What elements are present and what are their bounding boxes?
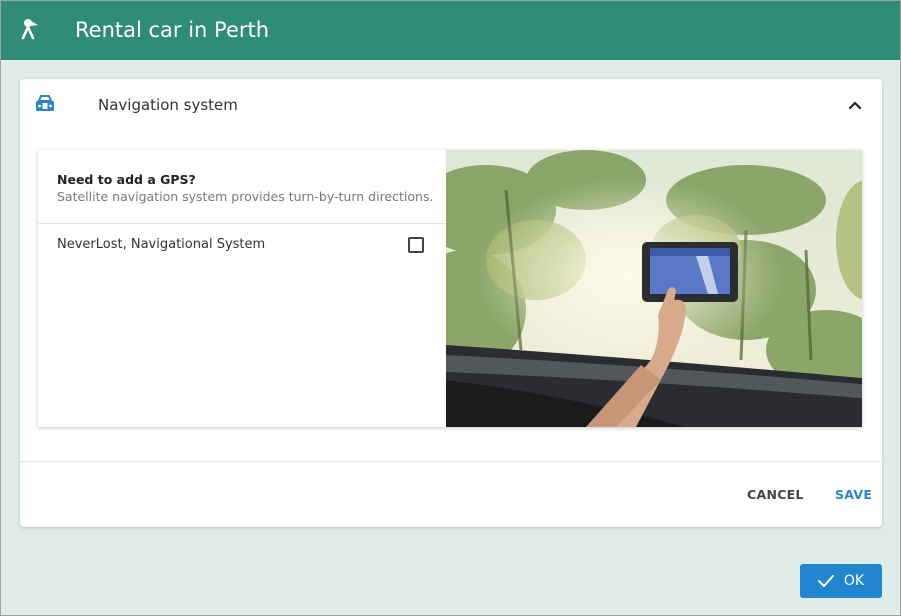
navigation-system-panel: Navigation system Need to add a GPS? Sat… [20,79,882,527]
person-pin-icon [19,17,41,41]
panel-header[interactable]: Navigation system [20,79,882,133]
check-icon [817,574,834,588]
ok-button[interactable]: OK [800,564,882,598]
gps-in-car-photo [446,150,862,427]
panel-divider [20,461,882,462]
neverlost-option-label: NeverLost, Navigational System [57,237,266,252]
save-button[interactable]: SAVE [835,487,872,502]
cancel-button[interactable]: CANCEL [747,487,804,502]
car-front-icon [35,95,55,113]
divider [38,223,446,224]
neverlost-checkbox[interactable] [408,237,424,253]
ok-label: OK [843,573,865,589]
gps-option-card: Need to add a GPS? Satellite navigation … [38,150,862,427]
panel-title: Navigation system [98,96,238,114]
gps-question: Need to add a GPS? [57,172,196,187]
page-title: Rental car in Perth [75,18,270,42]
gps-description: Satellite navigation system provides tur… [57,189,434,204]
title-bar: Rental car in Perth [1,1,900,60]
gps-option-details: Need to add a GPS? Satellite navigation … [38,150,446,427]
chevron-up-icon[interactable] [848,98,862,110]
